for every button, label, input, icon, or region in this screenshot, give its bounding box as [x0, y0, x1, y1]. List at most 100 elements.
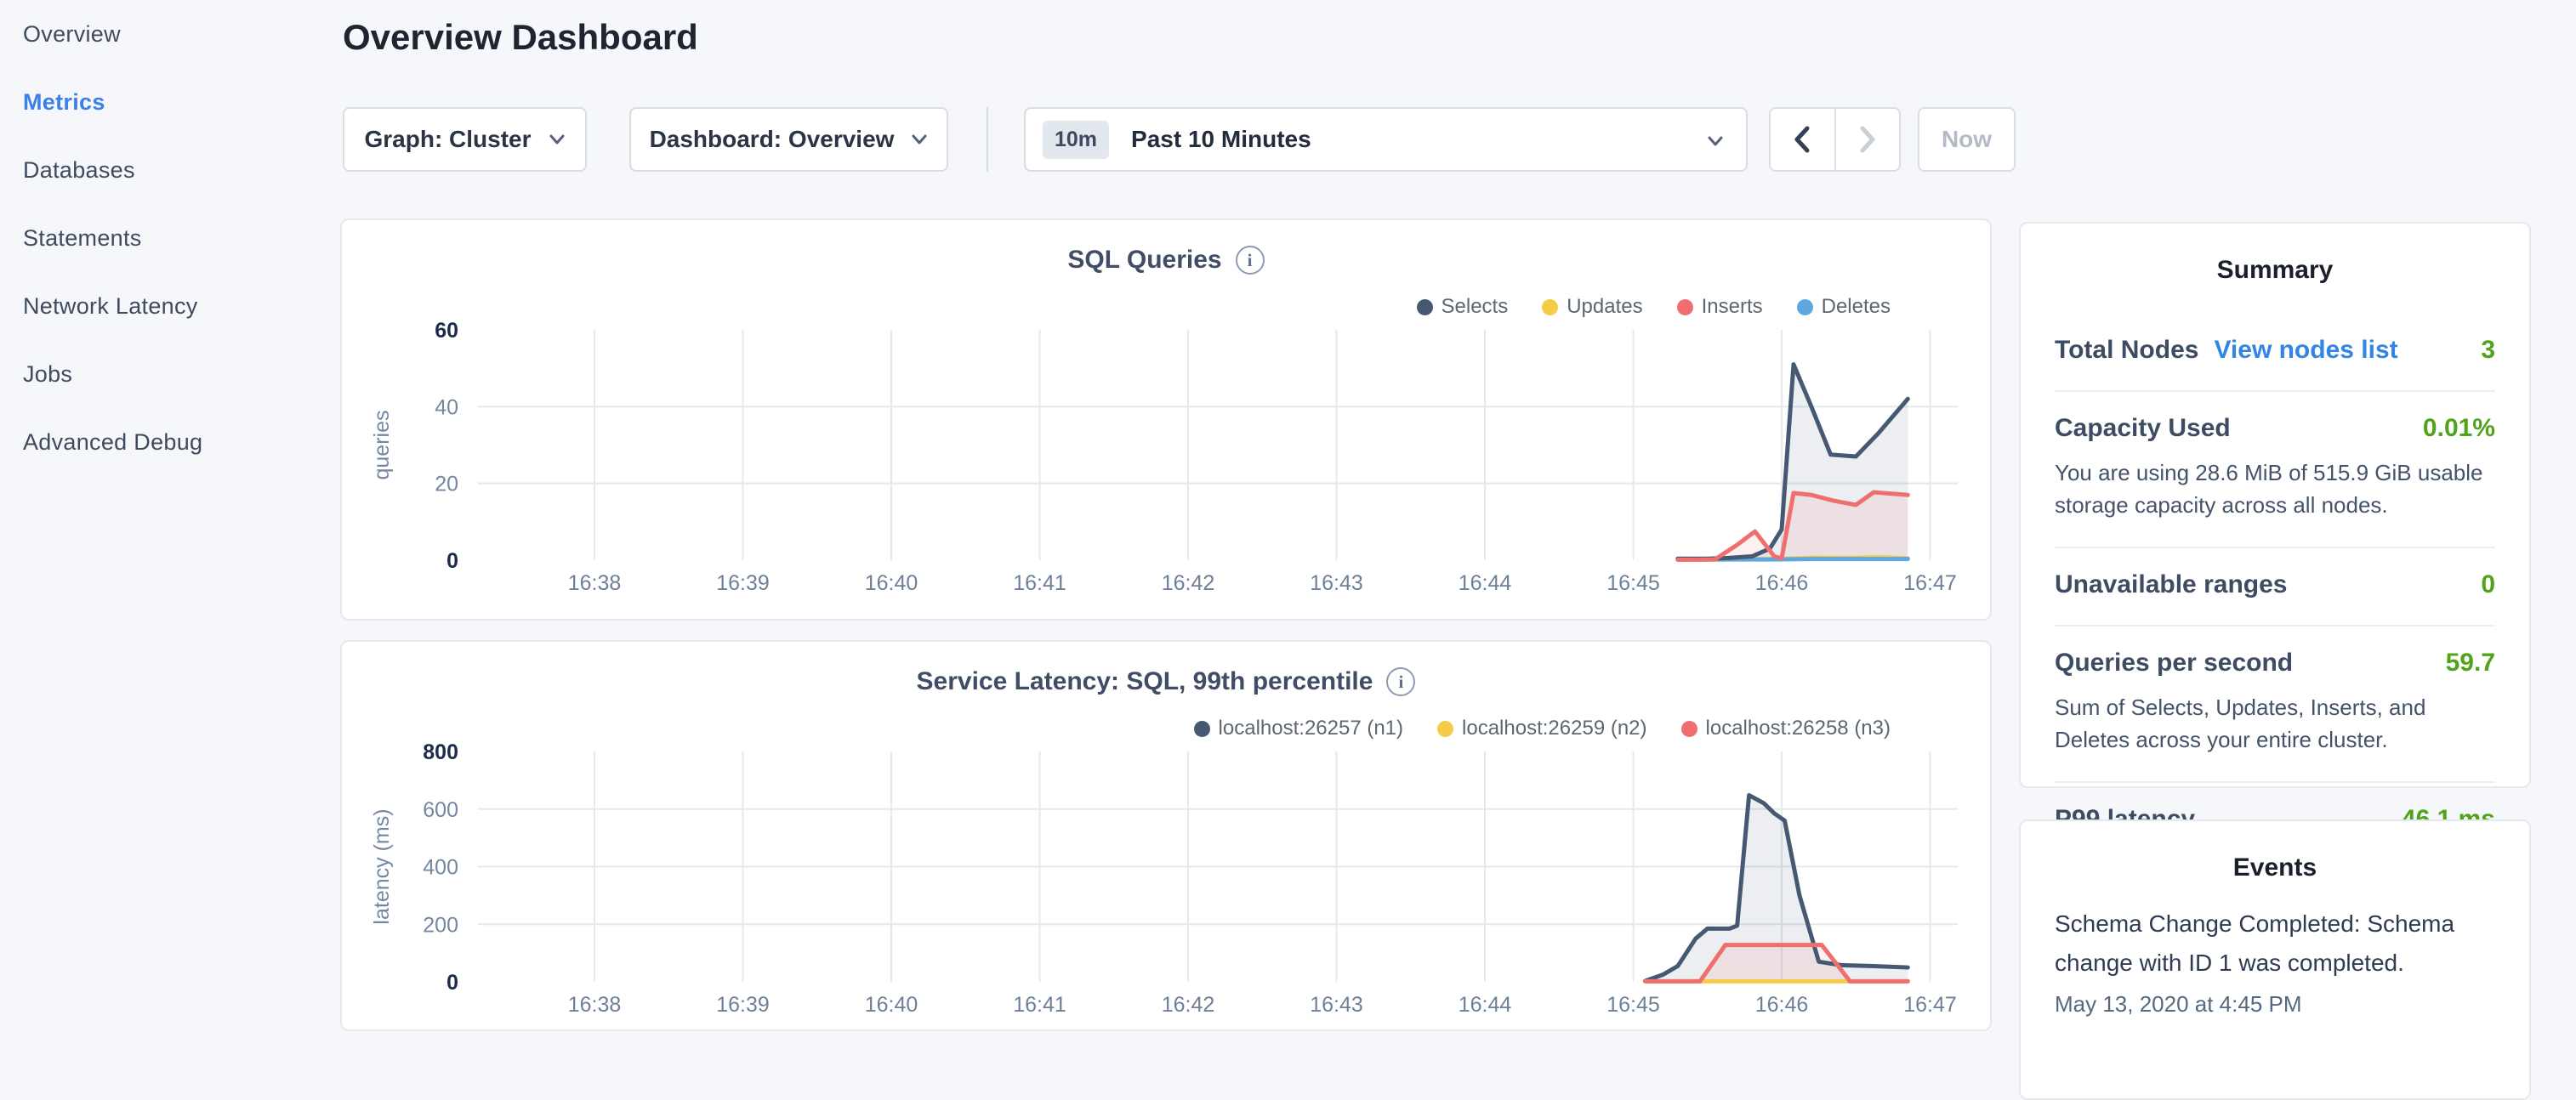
dashboard-dropdown-label: Dashboard: Overview	[650, 126, 895, 153]
legend-dot	[1677, 299, 1693, 315]
legend-dot	[1797, 299, 1813, 315]
time-range-badge: 10m	[1043, 121, 1109, 159]
unavailable-ranges-value: 0	[2481, 570, 2495, 599]
chevron-down-icon	[549, 131, 566, 148]
info-icon[interactable]: i	[1386, 667, 1415, 696]
graph-dropdown-label: Graph: Cluster	[364, 126, 531, 153]
chart-legend: localhost:26257 (n1) localhost:26259 (n2…	[1194, 717, 1891, 740]
svg-text:16:43: 16:43	[1310, 993, 1363, 1017]
svg-text:16:47: 16:47	[1903, 993, 1957, 1017]
svg-text:0: 0	[446, 549, 458, 573]
app-root: Overview Metrics Databases Statements Ne…	[0, 0, 2576, 1051]
chevron-down-icon	[911, 131, 928, 148]
svg-text:40: 40	[435, 395, 458, 419]
svg-text:20: 20	[435, 473, 458, 496]
legend-item-node1[interactable]: localhost:26257 (n1)	[1194, 717, 1403, 740]
legend-dot	[1681, 721, 1697, 737]
svg-text:16:38: 16:38	[568, 993, 622, 1017]
chart-title: SQL Queries	[1067, 246, 1221, 275]
event-timestamp: May 13, 2020 at 4:45 PM	[2055, 991, 2495, 1018]
svg-text:0: 0	[446, 971, 458, 995]
summary-row-unavailable-ranges: Unavailable ranges 0	[2055, 548, 2495, 627]
now-button[interactable]: Now	[1918, 107, 2016, 172]
capacity-used-value: 0.01%	[2423, 414, 2495, 443]
time-back-button[interactable]	[1771, 109, 1834, 170]
legend-dot	[1194, 721, 1210, 737]
graph-dropdown[interactable]: Graph: Cluster	[343, 107, 587, 172]
sidebar-item-databases[interactable]: Databases	[0, 136, 340, 204]
sql-queries-chart-plot[interactable]: 16:38 16:39 16:40 16:41 16:42 16:43 16:44 16:45…	[359, 325, 1958, 605]
svg-text:60: 60	[435, 319, 458, 343]
svg-text:16:46: 16:46	[1755, 993, 1809, 1017]
event-message[interactable]: Schema Change Completed: Schema change w…	[2055, 904, 2495, 983]
svg-text:16:42: 16:42	[1162, 993, 1215, 1017]
toolbar-divider	[987, 107, 988, 172]
legend-item-selects[interactable]: Selects	[1417, 295, 1509, 319]
sidebar-item-jobs[interactable]: Jobs	[0, 340, 340, 408]
sidebar-item-network-latency[interactable]: Network Latency	[0, 272, 340, 340]
legend-item-updates[interactable]: Updates	[1542, 295, 1642, 319]
sidebar: Overview Metrics Databases Statements Ne…	[0, 0, 340, 1051]
svg-text:16:40: 16:40	[865, 571, 918, 595]
legend-item-node2[interactable]: localhost:26259 (n2)	[1437, 717, 1646, 740]
svg-text:800: 800	[423, 740, 458, 764]
svg-text:16:41: 16:41	[1013, 993, 1066, 1017]
legend-item-node3[interactable]: localhost:26258 (n3)	[1681, 717, 1891, 740]
svg-text:16:44: 16:44	[1459, 571, 1512, 595]
summary-row-total-nodes: Total Nodes View nodes list 3	[2055, 314, 2495, 392]
dashboard-dropdown[interactable]: Dashboard: Overview	[629, 107, 948, 172]
svg-text:200: 200	[423, 913, 458, 937]
svg-text:16:39: 16:39	[716, 571, 770, 595]
time-range-selector[interactable]: 10m Past 10 Minutes	[1024, 107, 1748, 172]
svg-text:16:39: 16:39	[716, 993, 770, 1017]
queries-per-second-description: Sum of Selects, Updates, Inserts, and De…	[2055, 691, 2495, 756]
legend-item-deletes[interactable]: Deletes	[1797, 295, 1891, 319]
sidebar-item-overview[interactable]: Overview	[0, 0, 340, 68]
svg-text:16:44: 16:44	[1459, 993, 1512, 1017]
svg-text:16:42: 16:42	[1162, 571, 1215, 595]
sidebar-item-metrics[interactable]: Metrics	[0, 68, 340, 136]
summary-heading: Summary	[2021, 224, 2529, 285]
legend-dot	[1542, 299, 1558, 315]
service-latency-chart-card: Service Latency: SQL, 99th percentile i …	[340, 640, 1992, 1031]
chevron-down-icon	[1707, 133, 1724, 150]
page-title: Overview Dashboard	[343, 17, 698, 58]
legend-dot	[1417, 299, 1433, 315]
svg-text:600: 600	[423, 798, 458, 822]
svg-text:latency (ms): latency (ms)	[370, 808, 394, 924]
info-icon[interactable]: i	[1236, 246, 1265, 275]
toolbar: Graph: Cluster Dashboard: Overview 10m P…	[343, 107, 2016, 172]
svg-text:16:41: 16:41	[1013, 571, 1066, 595]
legend-item-inserts[interactable]: Inserts	[1677, 295, 1763, 319]
time-forward-button[interactable]	[1834, 109, 1900, 170]
summary-panel: Summary Total Nodes View nodes list 3 Ca…	[2019, 222, 2531, 788]
time-pager	[1769, 107, 1901, 172]
total-nodes-value: 3	[2481, 336, 2495, 365]
svg-text:16:47: 16:47	[1903, 571, 1957, 595]
time-range-label: Past 10 Minutes	[1131, 126, 1311, 153]
summary-row-queries-per-second: Queries per second 59.7 Sum of Selects, …	[2055, 627, 2495, 783]
sidebar-item-advanced-debug[interactable]: Advanced Debug	[0, 408, 340, 476]
events-panel: Events Schema Change Completed: Schema c…	[2019, 819, 2531, 1100]
chevron-left-icon	[1793, 125, 1811, 154]
chevron-right-icon	[1858, 125, 1877, 154]
svg-text:16:45: 16:45	[1606, 571, 1660, 595]
svg-text:16:45: 16:45	[1606, 993, 1660, 1017]
svg-text:16:46: 16:46	[1755, 571, 1809, 595]
sidebar-item-statements[interactable]: Statements	[0, 204, 340, 272]
svg-text:16:43: 16:43	[1310, 571, 1363, 595]
capacity-used-description: You are using 28.6 MiB of 515.9 GiB usab…	[2055, 456, 2495, 521]
svg-text:queries: queries	[370, 411, 394, 480]
summary-row-capacity-used: Capacity Used 0.01% You are using 28.6 M…	[2055, 392, 2495, 548]
service-latency-chart-plot[interactable]: 16:38 16:39 16:40 16:41 16:42 16:43 16:44 16:45…	[359, 746, 1958, 1027]
svg-text:400: 400	[423, 856, 458, 880]
legend-dot	[1437, 721, 1453, 737]
chart-title: Service Latency: SQL, 99th percentile	[917, 667, 1373, 696]
sql-queries-chart-card: SQL Queries i Selects Updates Inserts De…	[340, 218, 1992, 621]
svg-text:16:38: 16:38	[568, 571, 622, 595]
queries-per-second-value: 59.7	[2446, 649, 2495, 678]
chart-legend: Selects Updates Inserts Deletes	[1417, 295, 1891, 319]
events-heading: Events	[2021, 821, 2529, 882]
view-nodes-list-link[interactable]: View nodes list	[2214, 336, 2397, 365]
svg-text:16:40: 16:40	[865, 993, 918, 1017]
